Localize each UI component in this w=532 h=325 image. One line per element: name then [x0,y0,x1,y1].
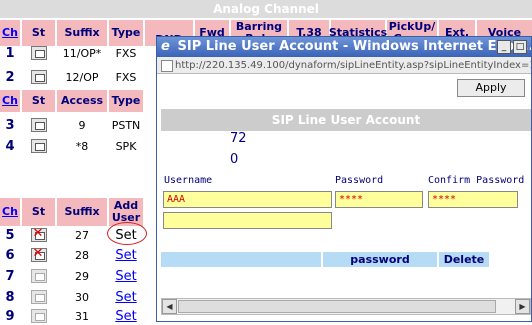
header-access: Access [57,90,107,112]
password-label: Password [335,175,384,186]
row-access: *8 [75,139,89,153]
address-url: http://220.135.49.100/dynaform/sipLineEn… [175,60,531,71]
scroll-left-icon[interactable]: ◀ [162,299,177,314]
status-icon [22,287,55,307]
row-type: FXS [115,70,137,84]
value-0: 0 [230,152,239,167]
header-st: St [22,90,55,112]
set-link[interactable]: Set [109,287,143,307]
row-ch: 2 [5,69,15,85]
set-link[interactable]: Set [109,266,143,286]
username-label: Username [164,175,213,186]
header-st: St [22,198,55,226]
row-ch: 5 [5,227,15,243]
row-suffix: 31 [75,309,89,323]
row-ch: 9 [5,308,15,324]
row-ch: 6 [5,247,15,263]
analog-channel-title: Analog Channel [0,0,532,18]
column-delete: Delete [439,252,489,267]
row-spacer [161,252,321,267]
row-type: FXS [115,46,137,60]
header-ch[interactable]: Ch [0,90,20,112]
row-ch: 3 [5,117,15,133]
popup-title: SIP Line User Account - Windows Internet… [177,39,531,54]
confirm-password-input[interactable]: **** [428,191,518,208]
horizontal-scrollbar[interactable]: ◀ ▶ [161,298,531,315]
status-icon [22,266,55,286]
page-icon [161,60,173,72]
row-suffix: 28 [75,248,89,262]
status-icon [22,114,55,136]
value-72: 72 [230,131,247,146]
status-icon [22,66,55,88]
row-type: PSTN [111,118,141,132]
maximize-icon[interactable]: □ [513,40,527,54]
row-suffix: 12/OP [65,70,99,84]
status-icon [22,307,55,325]
section-title: SIP Line User Account [161,109,531,131]
row-suffix: 11/OP* [62,46,102,60]
confirm-password-label: Confirm Password [428,175,525,186]
scroll-thumb[interactable] [178,300,496,313]
status-icon [22,42,55,64]
header-type: Type [109,90,143,112]
row-type: SPK [115,139,137,153]
set-link[interactable]: Set [109,307,143,325]
row-suffix: 30 [75,290,89,304]
username-input[interactable]: AAA [163,191,332,208]
scroll-right-icon[interactable]: ▶ [515,299,530,314]
apply-button[interactable]: Apply [457,79,525,97]
row-suffix: 29 [75,269,89,283]
column-password: password [323,252,437,267]
row-ch: 7 [5,268,15,284]
address-bar[interactable]: http://220.135.49.100/dynaform/sipLineEn… [157,57,531,74]
new-username-input[interactable] [163,212,332,229]
password-input[interactable]: **** [335,191,423,208]
row-access: 9 [78,118,86,132]
set-link[interactable]: Set [109,245,143,265]
status-icon [22,225,55,245]
popup-title-bar[interactable]: e SIP Line User Account - Windows Intern… [157,37,531,57]
row-ch: 1 [5,45,15,61]
status-icon [22,245,55,265]
minimize-icon[interactable]: _ [497,40,511,54]
row-suffix: 27 [75,228,89,242]
row-ch: 8 [5,289,15,305]
row-ch: 4 [5,138,15,154]
status-icon [22,135,55,157]
ie-icon: e [161,39,170,54]
popup-window: e SIP Line User Account - Windows Intern… [156,36,532,322]
highlight-circle [107,222,147,245]
header-suffix: Suffix [57,198,107,226]
header-ch[interactable]: Ch [0,198,20,226]
